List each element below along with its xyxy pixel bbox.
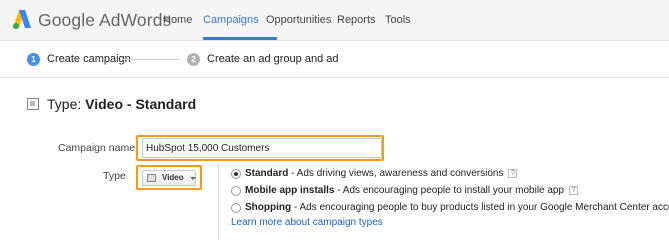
type-label: Type [103, 170, 126, 182]
type-select-highlight: Video [136, 165, 202, 190]
nav-tools[interactable]: Tools [385, 14, 411, 26]
option-shopping-title: Shopping [245, 202, 292, 213]
campaign-name-highlight [136, 135, 384, 161]
radio-shopping[interactable] [231, 203, 241, 213]
video-type-icon [27, 98, 39, 110]
page-title: Type: Video - Standard [47, 96, 196, 112]
help-icon[interactable]: ? [508, 169, 518, 178]
option-standard-title: Standard [245, 168, 289, 179]
type-prefix: Type: [47, 96, 82, 112]
nav-home[interactable]: Home [163, 14, 192, 26]
campaign-stepper: 1 Create campaign 2 Create an ad group a… [0, 41, 669, 78]
step-2-label: Create an ad group and ad [207, 53, 339, 65]
step-1-badge: 1 [27, 53, 40, 66]
chevron-down-icon [190, 177, 196, 180]
option-standard-desc: - Ads driving views, awareness and conve… [288, 168, 504, 179]
form-divider [218, 165, 219, 240]
nav-reports[interactable]: Reports [337, 14, 376, 26]
step-connector [123, 59, 180, 60]
step-2-badge: 2 [187, 53, 200, 66]
video-icon [147, 174, 156, 182]
radio-mobile-app-installs[interactable] [231, 186, 241, 196]
option-mobile-desc: - Ads encouraging people to install your… [334, 185, 565, 196]
brand-name: Google AdWords [38, 10, 172, 30]
type-dropdown-value: Video [162, 173, 184, 182]
type-value: Video - Standard [85, 96, 197, 112]
option-mobile-text: Mobile app installs - Ads encouraging pe… [245, 185, 579, 196]
option-shopping-text: Shopping - Ads encouraging people to buy… [245, 202, 669, 213]
option-mobile-title: Mobile app installs [245, 185, 335, 196]
type-dropdown[interactable]: Video [142, 170, 196, 186]
active-nav-indicator [203, 37, 277, 40]
adwords-logo-icon [13, 10, 31, 29]
help-icon[interactable]: ? [569, 186, 579, 195]
learn-more-link[interactable]: Learn more about campaign types [231, 217, 383, 228]
campaign-name-label: Campaign name [58, 142, 136, 154]
step-1-label: Create campaign [47, 53, 131, 65]
nav-campaigns[interactable]: Campaigns [203, 14, 259, 26]
campaign-name-input[interactable] [142, 138, 382, 158]
nav-opportunities[interactable]: Opportunities [266, 14, 331, 26]
radio-standard[interactable] [231, 169, 241, 179]
option-shopping-desc: - Ads encouraging people to buy products… [291, 202, 669, 213]
top-nav-bar: Google AdWords Home Campaigns Opportunit… [0, 0, 669, 41]
option-standard-text: Standard - Ads driving views, awareness … [245, 168, 518, 179]
